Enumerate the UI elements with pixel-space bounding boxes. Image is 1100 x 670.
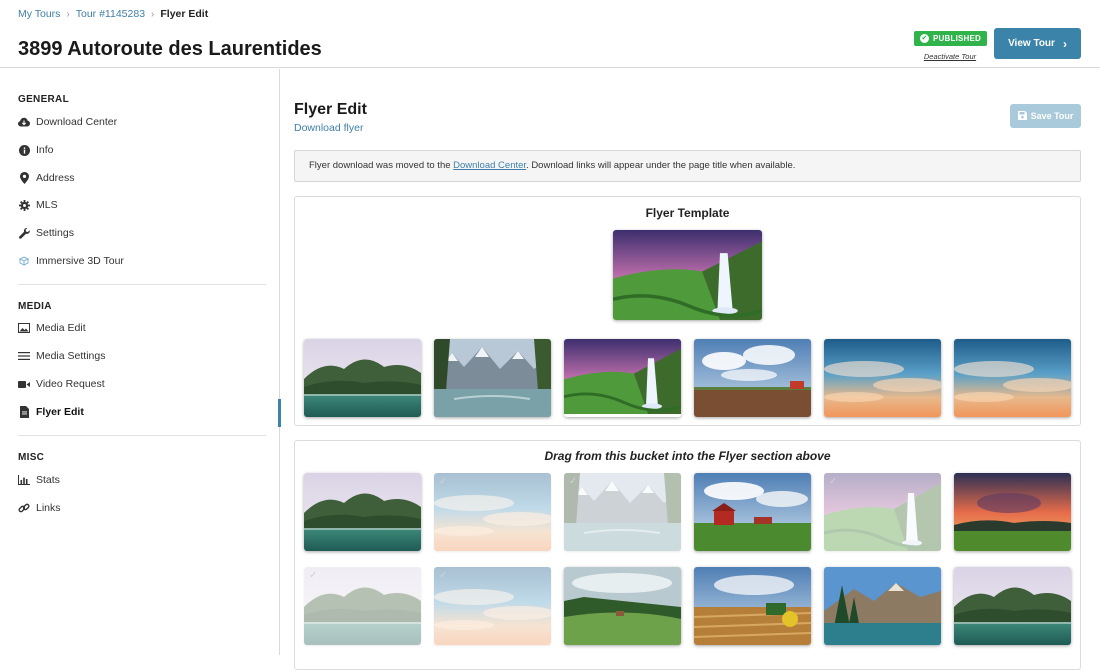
sidebar-item-label: Settings: [36, 227, 74, 239]
bucket-image[interactable]: ✓: [434, 567, 551, 645]
check-circle-icon: ✔: [920, 34, 929, 43]
sidebar-item-label: Stats: [36, 474, 60, 486]
flyer-slot-image[interactable]: [434, 339, 551, 417]
sidebar-item-label: Links: [36, 502, 61, 514]
sidebar-item-label: Immersive 3D Tour: [36, 255, 124, 267]
active-indicator: [278, 399, 281, 427]
save-icon: [1017, 110, 1027, 122]
gear-icon: [18, 199, 30, 211]
info-icon: [18, 144, 30, 156]
bucket-title: Drag from this bucket into the Flyer sec…: [544, 449, 831, 463]
section-title: Flyer Edit: [294, 101, 367, 118]
bucket-image[interactable]: [954, 473, 1071, 551]
sidebar-divider: [18, 435, 266, 436]
status-badge-label: PUBLISHED: [933, 34, 982, 43]
sidebar-item-label: Info: [36, 144, 54, 156]
notice-text-end: . Download links will appear under the p…: [526, 160, 796, 171]
wrench-icon: [18, 227, 30, 239]
sidebar-item-media-settings[interactable]: Media Settings: [18, 346, 105, 366]
video-camera-icon: [18, 378, 30, 390]
view-tour-label: View Tour: [1008, 38, 1055, 49]
download-flyer-link[interactable]: Download flyer: [294, 122, 363, 134]
deactivate-tour-link[interactable]: Deactivate Tour: [914, 52, 986, 61]
sidebar-item-address[interactable]: Address: [18, 168, 75, 188]
tour-status: ✔ PUBLISHED Deactivate Tour: [914, 27, 988, 61]
bucket-image[interactable]: [694, 567, 811, 645]
page-title: 3899 Autoroute des Laurentides: [18, 38, 322, 60]
flyer-slot-image[interactable]: [564, 339, 681, 417]
save-tour-button[interactable]: Save Tour: [1010, 104, 1081, 128]
bucket-image[interactable]: [824, 567, 941, 645]
flyer-slot-image[interactable]: [954, 339, 1071, 417]
flyer-slot-image[interactable]: [694, 339, 811, 417]
bucket-image[interactable]: ✓: [564, 473, 681, 551]
bucket-image[interactable]: ✓: [434, 473, 551, 551]
sidebar-item-links[interactable]: Links: [18, 498, 61, 518]
bucket-image[interactable]: [954, 567, 1071, 645]
bucket-image[interactable]: [304, 473, 421, 551]
flyer-template-main-image[interactable]: [613, 230, 762, 320]
info-notice: Flyer download was moved to the Download…: [294, 150, 1081, 182]
flyer-slot-image[interactable]: [824, 339, 941, 417]
sidebar-item-media-edit[interactable]: Media Edit: [18, 318, 86, 338]
sliders-icon: [18, 350, 30, 362]
sidebar-item-mls[interactable]: MLS: [18, 195, 58, 215]
breadcrumb-tour-id[interactable]: Tour #1145283: [76, 8, 145, 20]
view-tour-button[interactable]: View Tour ›: [994, 28, 1081, 59]
sidebar-item-label: Flyer Edit: [36, 406, 84, 418]
chevron-right-icon: ›: [1062, 36, 1067, 51]
breadcrumb-my-tours[interactable]: My Tours: [18, 8, 60, 20]
bucket-image[interactable]: [694, 473, 811, 551]
3d-tour-icon: [18, 255, 30, 267]
sidebar-section-general: GENERAL: [18, 94, 69, 105]
breadcrumb: My Tours › Tour #1145283 › Flyer Edit: [18, 8, 208, 20]
sidebar-item-flyer-edit[interactable]: Flyer Edit: [18, 402, 84, 422]
sidebar-item-download-center[interactable]: Download Center: [18, 112, 117, 132]
sidebar-item-label: Media Edit: [36, 322, 86, 334]
bucket-image[interactable]: ✓: [304, 567, 421, 645]
sidebar: GENERAL Download Center Info Address MLS…: [0, 69, 281, 655]
flyer-template-title: Flyer Template: [645, 206, 730, 220]
sidebar-item-label: Download Center: [36, 116, 118, 128]
notice-text: Flyer download was moved to the: [309, 160, 454, 171]
sidebar-section-media: MEDIA: [18, 301, 52, 312]
bar-chart-icon: [18, 474, 30, 486]
bucket-image[interactable]: ✓: [824, 473, 941, 551]
check-icon: ✓: [439, 570, 448, 581]
sidebar-divider: [18, 284, 266, 285]
chevron-right-icon: ›: [151, 8, 155, 20]
check-icon: ✓: [439, 476, 448, 487]
flyer-slot-image[interactable]: [304, 339, 421, 417]
download-center-link[interactable]: Download Center: [453, 160, 526, 171]
sidebar-item-settings[interactable]: Settings: [18, 223, 74, 243]
flyer-template-panel: Flyer Template: [294, 196, 1081, 426]
sidebar-item-label: Video Request: [36, 378, 105, 390]
page-header: My Tours › Tour #1145283 › Flyer Edit 38…: [0, 0, 1100, 68]
sidebar-item-label: MLS: [36, 199, 58, 211]
image-bucket-panel: Drag from this bucket into the Flyer sec…: [294, 440, 1081, 670]
check-icon: ✓: [569, 476, 578, 487]
sidebar-item-label: Media Settings: [36, 350, 106, 362]
check-icon: ✓: [309, 570, 318, 581]
sidebar-section-misc: MISC: [18, 452, 45, 463]
sidebar-item-immersive-3d-tour[interactable]: Immersive 3D Tour: [18, 251, 124, 271]
bucket-image[interactable]: [564, 567, 681, 645]
sidebar-item-label: Address: [36, 172, 75, 184]
sidebar-item-stats[interactable]: Stats: [18, 470, 60, 490]
status-badge: ✔ PUBLISHED: [914, 31, 988, 46]
file-icon: [18, 406, 30, 418]
cloud-download-icon: [18, 116, 30, 128]
check-icon: ✓: [829, 476, 838, 487]
main-content: Flyer Edit Download flyer Save Tour Flye…: [294, 69, 1081, 670]
link-icon: [18, 502, 30, 514]
breadcrumb-current: Flyer Edit: [160, 8, 209, 20]
sidebar-item-info[interactable]: Info: [18, 140, 54, 160]
map-pin-icon: [18, 172, 30, 184]
sidebar-item-video-request[interactable]: Video Request: [18, 374, 105, 394]
save-tour-label: Save Tour: [1030, 111, 1074, 121]
image-icon: [18, 322, 30, 334]
chevron-right-icon: ›: [66, 8, 70, 20]
